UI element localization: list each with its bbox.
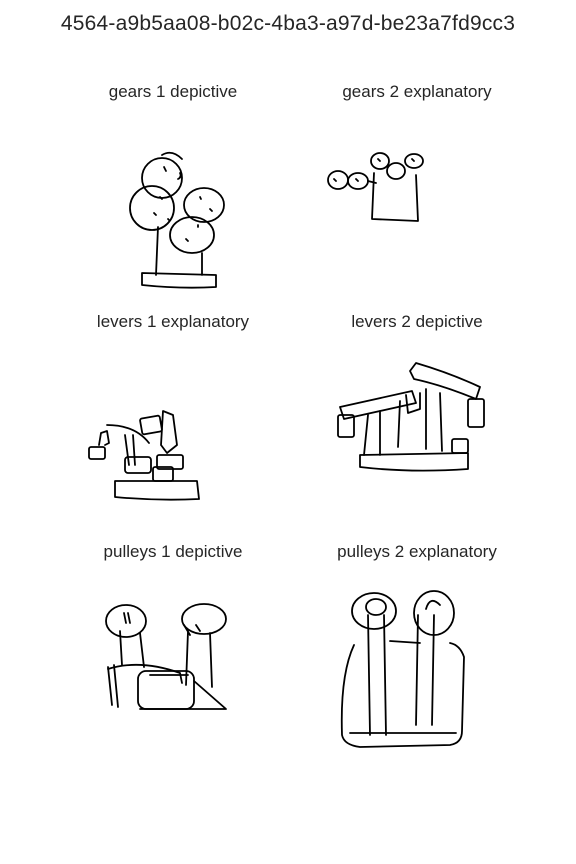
panel-title-gears-1: gears 1 depictive — [108, 82, 238, 101]
page-title: 4564-a9b5aa08-b02c-4ba3-a97d-be23a7fd9cc… — [60, 12, 516, 35]
panel-title-pulleys-1: pulleys 1 depictive — [103, 542, 243, 561]
sketch-levers-2-depictive — [337, 362, 485, 472]
sketch-levers-1-explanatory — [88, 410, 200, 501]
sketch-pulleys-2-explanatory — [340, 590, 465, 748]
sketch-gears-2-explanatory — [327, 152, 424, 222]
panel-title-gears-2: gears 2 explanatory — [342, 82, 492, 101]
sketch-gears-1-depictive — [129, 151, 225, 289]
sketch-pulleys-1-depictive — [105, 603, 227, 710]
panel-title-levers-1: levers 1 explanatory — [96, 312, 250, 331]
panel-title-levers-2: levers 2 depictive — [351, 312, 483, 331]
panel-title-pulleys-2: pulleys 2 explanatory — [337, 542, 497, 561]
